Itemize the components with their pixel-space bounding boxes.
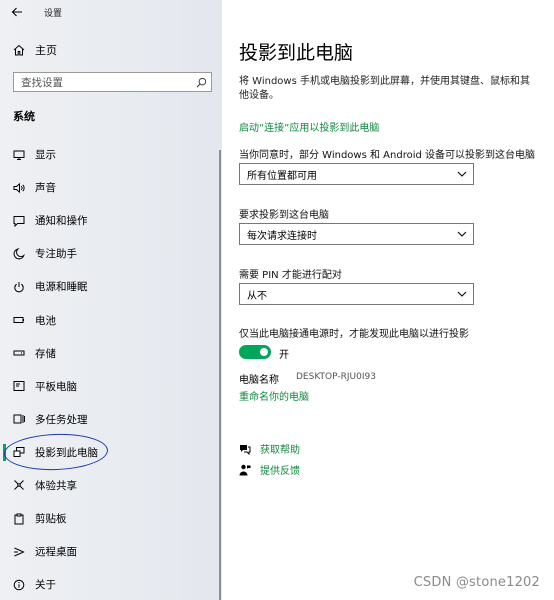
nav-list: 显示 声音 通知和操作 专注助手 电源和睡眠 电池 存储 平板电脑 多任务处理 … <box>0 138 222 600</box>
pc-name-value: DESKTOP-RJU0I93 <box>296 372 376 382</box>
launch-connect-app-link[interactable]: 启动“连接”应用以投影到此电脑 <box>239 119 379 134</box>
sidebar-item-label: 多任务处理 <box>35 413 88 426</box>
ask-to-project-dropdown[interactable]: 每次请求连接时 <box>239 223 474 245</box>
sidebar-item-label: 专注助手 <box>35 248 77 261</box>
back-arrow-icon <box>11 7 22 17</box>
sidebar-item-tablet[interactable]: 平板电脑 <box>0 370 222 403</box>
info-icon <box>13 579 25 591</box>
sidebar-item-label: 电源和睡眠 <box>35 281 88 294</box>
home-label: 主页 <box>35 44 57 57</box>
sidebar-item-label: 电池 <box>35 314 56 327</box>
sidebar-item-battery[interactable]: 电池 <box>0 303 222 336</box>
multitask-icon <box>13 413 25 425</box>
sidebar-item-label: 平板电脑 <box>35 380 77 393</box>
toggle-knob <box>260 348 268 356</box>
title-bar: 设置 <box>0 0 222 24</box>
sidebar-item-label: 投影到此电脑 <box>35 446 98 459</box>
sidebar-item-label: 体验共享 <box>35 479 77 492</box>
sidebar-item-sound[interactable]: 声音 <box>0 171 222 204</box>
page-title: 投影到此电脑 <box>239 42 354 64</box>
search-input[interactable]: 查找设置 <box>13 72 212 92</box>
sidebar-scrollbar[interactable] <box>219 150 221 600</box>
availability-dropdown[interactable]: 所有位置都可用 <box>239 163 474 185</box>
toggle-state-label: 开 <box>279 350 289 361</box>
share-icon <box>13 479 25 491</box>
search-icon[interactable] <box>191 73 211 91</box>
sidebar-item-shared-experiences[interactable]: 体验共享 <box>0 469 222 502</box>
chevron-down-icon <box>451 291 473 297</box>
storage-icon <box>13 347 25 359</box>
feedback-link[interactable]: 提供反馈 <box>260 462 300 477</box>
pc-name-label: 电脑名称 <box>239 375 279 386</box>
sidebar-item-notifications[interactable]: 通知和操作 <box>0 204 222 237</box>
chevron-down-icon <box>451 231 473 237</box>
sidebar-item-remote-desktop[interactable]: 远程桌面 <box>0 535 222 568</box>
sidebar-item-project-to-pc[interactable]: 投影到此电脑 <box>0 436 222 469</box>
sidebar-item-about[interactable]: 关于 <box>0 568 222 600</box>
window-title: 设置 <box>44 8 63 19</box>
dropdown-value: 所有位置都可用 <box>247 170 317 182</box>
require-pin-dropdown[interactable]: 从不 <box>239 283 474 305</box>
availability-label: 当你同意时，部分 Windows 和 Android 设备可以投影到这台电脑 <box>239 150 536 161</box>
dropdown-value: 从不 <box>247 290 267 302</box>
home-nav-item[interactable]: 主页 <box>0 38 222 62</box>
ask-to-project-label: 要求投影到这台电脑 <box>239 210 329 221</box>
home-icon <box>13 44 25 56</box>
get-help-row[interactable]: 获取帮助 <box>239 441 300 456</box>
remote-icon <box>13 546 25 558</box>
rename-pc-link[interactable]: 重命名你的电脑 <box>239 388 309 403</box>
sidebar-item-label: 关于 <box>35 579 56 592</box>
sidebar: 设置 主页 查找设置 系统 显示 声音 通知和操作 专注助手 电源和睡眠 电池 … <box>0 0 222 600</box>
sidebar-item-focus-assist[interactable]: 专注助手 <box>0 237 222 270</box>
speaker-icon <box>13 182 25 194</box>
power-only-label: 仅当此电脑接通电源时，才能发现此电脑以进行投影 <box>239 329 469 340</box>
feedback-person-icon <box>239 464 251 476</box>
chevron-down-icon <box>451 171 473 177</box>
project-icon <box>13 446 25 458</box>
sidebar-item-multitasking[interactable]: 多任务处理 <box>0 403 222 436</box>
search-placeholder: 查找设置 <box>21 76 63 89</box>
sidebar-item-label: 剪贴板 <box>35 513 67 526</box>
dropdown-value: 每次请求连接时 <box>247 230 317 242</box>
back-button[interactable] <box>0 0 34 24</box>
section-title: 系统 <box>13 110 35 123</box>
power-icon <box>13 281 25 293</box>
moon-icon <box>13 247 25 260</box>
tablet-icon <box>13 380 25 392</box>
sidebar-item-clipboard[interactable]: 剪贴板 <box>0 502 222 535</box>
feedback-row[interactable]: 提供反馈 <box>239 462 300 477</box>
clipboard-icon <box>13 513 25 525</box>
help-chat-icon <box>239 443 251 455</box>
main-content: 投影到此电脑 将 Windows 手机或电脑投影到此屏幕，并使用其键盘、鼠标和其… <box>222 0 554 600</box>
sidebar-item-label: 远程桌面 <box>35 546 77 559</box>
sidebar-item-label: 存储 <box>35 347 56 360</box>
sidebar-item-display[interactable]: 显示 <box>0 138 222 171</box>
sidebar-item-power[interactable]: 电源和睡眠 <box>0 270 222 303</box>
sidebar-item-label: 声音 <box>35 182 56 195</box>
page-description: 将 Windows 手机或电脑投影到此屏幕，并使用其键盘、鼠标和其他设备。 <box>239 76 530 101</box>
battery-icon <box>13 314 25 326</box>
get-help-link[interactable]: 获取帮助 <box>260 441 300 456</box>
power-only-toggle[interactable] <box>239 345 271 359</box>
watermark-text: CSDN @stone1202 <box>413 575 540 590</box>
require-pin-label: 需要 PIN 才能进行配对 <box>239 270 342 281</box>
monitor-icon <box>13 149 25 161</box>
message-icon <box>13 215 25 227</box>
sidebar-item-label: 通知和操作 <box>35 215 88 228</box>
sidebar-item-label: 显示 <box>35 149 56 162</box>
sidebar-item-storage[interactable]: 存储 <box>0 337 222 370</box>
